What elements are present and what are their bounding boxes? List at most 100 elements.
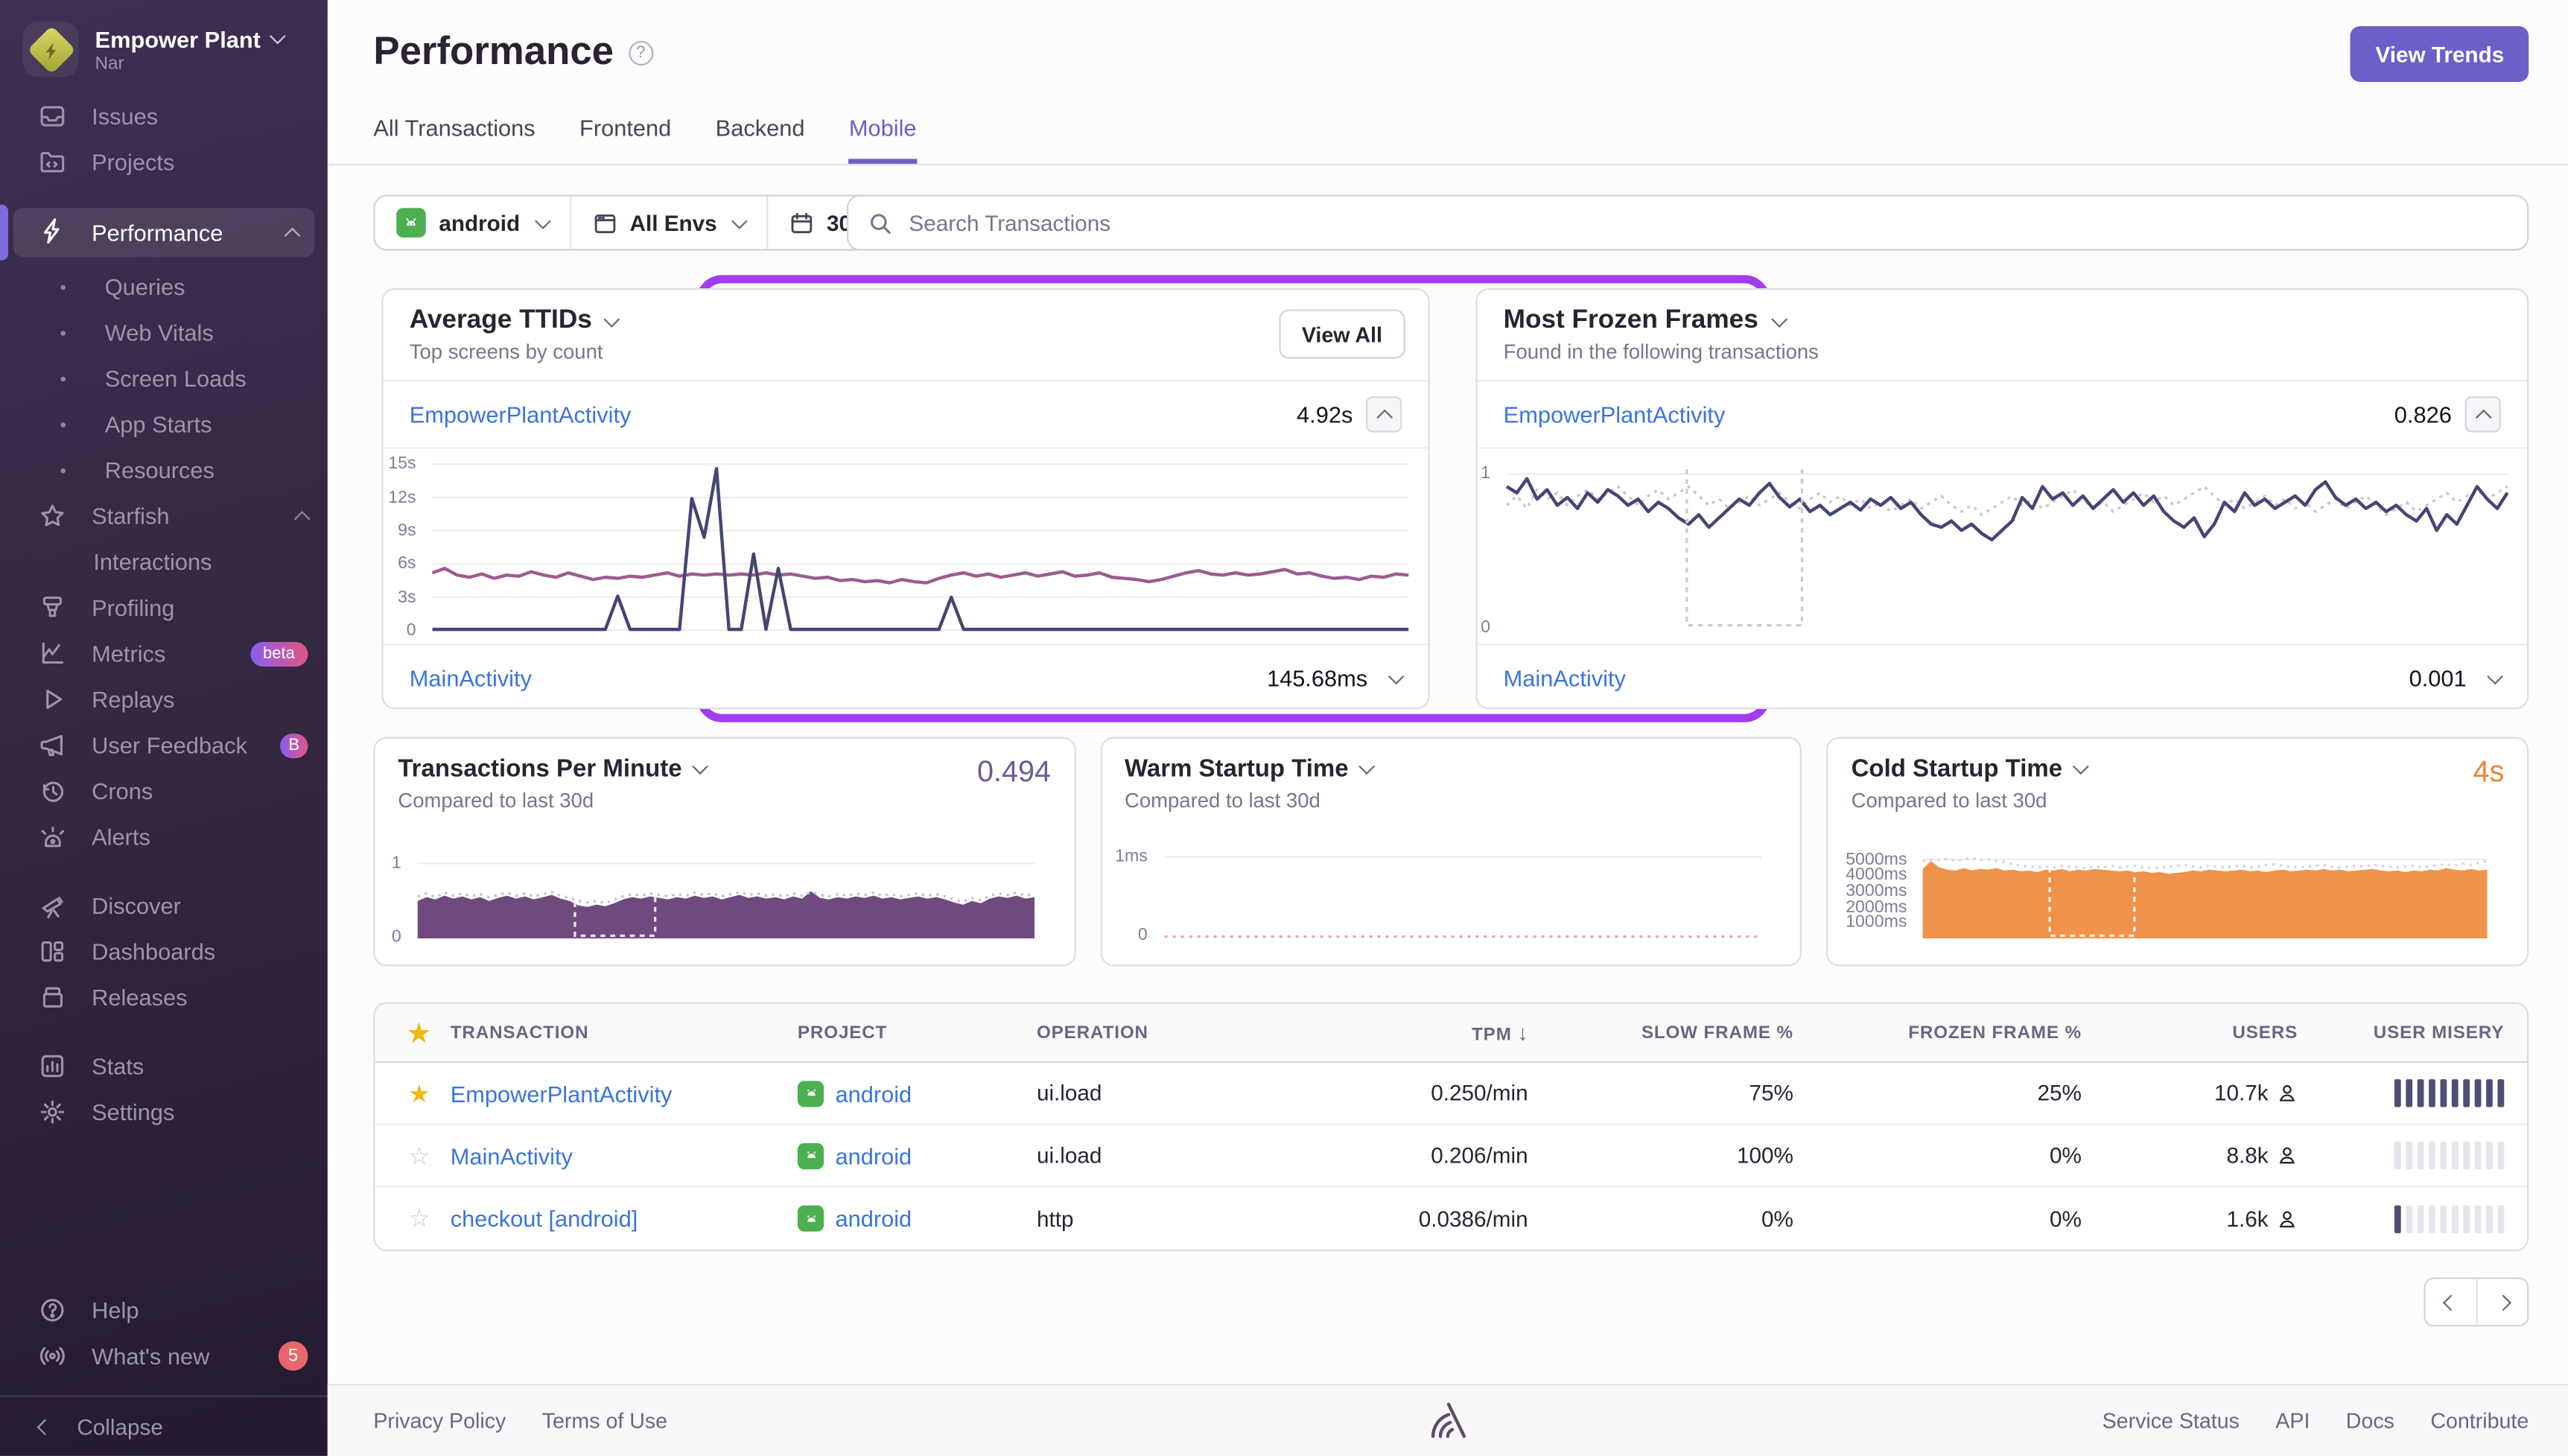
transaction-link[interactable]: MainActivity <box>410 665 532 691</box>
collapse-toggle-button[interactable] <box>2464 396 2501 433</box>
sidebar-item-resources[interactable]: Resources <box>0 447 328 493</box>
sidebar-item-app-starts[interactable]: App Starts <box>0 401 328 448</box>
sidebar-item-replays[interactable]: Replays <box>0 676 328 722</box>
help-tooltip-icon[interactable]: ? <box>628 39 653 65</box>
org-name: Empower Plant <box>95 25 261 52</box>
transaction-link[interactable]: MainActivity <box>1504 665 1626 691</box>
sidebar-item-settings[interactable]: Settings <box>0 1089 328 1135</box>
cold-startup-title[interactable]: Cold Startup Time <box>1852 755 2505 783</box>
view-trends-button[interactable]: View Trends <box>2351 26 2529 82</box>
sidebar-collapse-button[interactable]: Collapse <box>0 1397 328 1456</box>
star-toggle[interactable]: ☆ <box>388 1204 451 1233</box>
window-icon <box>594 213 615 233</box>
view-all-button[interactable]: View All <box>1279 309 1405 359</box>
tab-all-transactions[interactable]: All Transactions <box>373 115 535 164</box>
col-frozen-frame[interactable]: FROZEN FRAME % <box>1793 1023 2082 1042</box>
folder-code-icon <box>39 149 66 175</box>
project-link[interactable]: android <box>835 1205 912 1231</box>
terms-of-use-link[interactable]: Terms of Use <box>542 1408 667 1433</box>
sidebar-item-interactions[interactable]: Interactions <box>0 538 328 585</box>
next-page-button[interactable] <box>2476 1279 2528 1325</box>
transaction-link[interactable]: EmpowerPlantActivity <box>410 401 632 427</box>
cold-startup-chart[interactable]: 5000ms 4000ms 3000ms 2000ms 1000ms <box>1841 843 2507 951</box>
project-selector[interactable]: android <box>375 197 570 249</box>
frozen-frames-title[interactable]: Most Frozen Frames <box>1504 306 2501 336</box>
chevron-up-icon <box>293 509 311 527</box>
sidebar-item-performance[interactable]: Performance <box>0 204 315 261</box>
megaphone-icon <box>39 732 66 758</box>
docs-link[interactable]: Docs <box>2346 1408 2394 1433</box>
chevron-down-icon <box>1358 758 1376 775</box>
environment-selector[interactable]: All Envs <box>569 196 766 249</box>
frozen-frames-chart[interactable]: 10 <box>1477 449 2527 644</box>
warm-startup-chart[interactable]: 1ms 0 <box>1115 843 1781 951</box>
operation-cell: ui.load <box>1036 1081 1102 1106</box>
user-icon <box>2279 1210 2295 1227</box>
search-input[interactable] <box>906 209 2508 237</box>
expand-toggle-button[interactable] <box>2487 664 2504 693</box>
sidebar-item-queries[interactable]: Queries <box>0 264 328 310</box>
col-tpm[interactable]: TPM ↓ <box>1312 1020 1528 1045</box>
beta-badge: beta <box>250 640 308 666</box>
prev-page-button[interactable] <box>2425 1279 2476 1325</box>
sidebar-item-issues[interactable]: Issues <box>0 93 328 139</box>
api-link[interactable]: API <box>2275 1408 2310 1433</box>
tab-mobile[interactable]: Mobile <box>848 115 917 164</box>
contribute-link[interactable]: Contribute <box>2430 1408 2529 1433</box>
sidebar-item-projects[interactable]: Projects <box>0 139 328 185</box>
col-slow-frame[interactable]: SLOW FRAME % <box>1528 1023 1793 1042</box>
sidebar-item-metrics[interactable]: Metrics beta <box>0 631 328 677</box>
col-project[interactable]: PROJECT <box>798 1023 1037 1042</box>
sidebar-item-help[interactable]: Help <box>0 1287 328 1333</box>
collapse-toggle-button[interactable] <box>1365 396 1402 433</box>
sidebar-item-user-feedback[interactable]: User Feedback B <box>0 722 328 769</box>
telescope-icon <box>39 892 66 918</box>
org-switcher[interactable]: Empower Plant Nar <box>0 0 328 93</box>
sidebar-item-screen-loads[interactable]: Screen Loads <box>0 355 328 401</box>
android-icon <box>797 1080 824 1107</box>
operation-cell: ui.load <box>1036 1142 1102 1168</box>
star-toggle[interactable]: ★ <box>388 1078 451 1107</box>
col-user-misery[interactable]: USER MISERY <box>2298 1023 2504 1042</box>
b-badge: B <box>280 733 308 758</box>
expand-toggle-button[interactable] <box>1388 664 1405 693</box>
project-link[interactable]: android <box>835 1142 912 1169</box>
tab-backend[interactable]: Backend <box>716 115 805 164</box>
project-link[interactable]: android <box>835 1080 912 1106</box>
table-header-row: ★ TRANSACTION PROJECT OPERATION TPM ↓ SL… <box>375 1003 2528 1064</box>
avg-ttids-chart[interactable]: 15s 12s 9s 6s 3s 0 <box>384 449 1428 644</box>
privacy-policy-link[interactable]: Privacy Policy <box>373 1408 506 1433</box>
avg-ttids-title[interactable]: Average TTIDs <box>410 306 1402 336</box>
sidebar-item-whats-new[interactable]: What's new 5 <box>0 1333 328 1379</box>
transaction-link[interactable]: EmpowerPlantActivity <box>1504 401 1726 427</box>
sidebar-item-dashboards[interactable]: Dashboards <box>0 929 328 975</box>
col-transaction[interactable]: TRANSACTION <box>451 1023 798 1042</box>
sidebar-item-starfish[interactable]: Starfish <box>0 493 328 539</box>
sidebar-item-profiling[interactable]: Profiling <box>0 585 328 631</box>
sidebar-item-crons[interactable]: Crons <box>0 768 328 814</box>
tpm-title[interactable]: Transactions Per Minute <box>398 755 1051 783</box>
sidebar-item-discover[interactable]: Discover <box>0 883 328 929</box>
col-users[interactable]: USERS <box>2082 1023 2298 1042</box>
sidebar-item-stats[interactable]: Stats <box>0 1043 328 1090</box>
sidebar-item-web-vitals[interactable]: Web Vitals <box>0 310 328 356</box>
transaction-link[interactable]: MainActivity <box>451 1142 798 1169</box>
star-outline-icon <box>39 503 66 529</box>
col-operation[interactable]: OPERATION <box>1037 1023 1312 1042</box>
pagination <box>2424 1277 2529 1327</box>
warm-startup-title[interactable]: Warm Startup Time <box>1125 755 1778 783</box>
frozen-frame-cell: 25% <box>2037 1081 2082 1106</box>
graph-icon <box>39 640 66 667</box>
tpm-chart[interactable]: 10 <box>388 843 1054 951</box>
archive-box-icon <box>39 985 66 1011</box>
sidebar-item-alerts[interactable]: Alerts <box>0 814 328 860</box>
transaction-link[interactable]: checkout [android] <box>451 1205 798 1231</box>
flashlight-icon <box>39 594 66 620</box>
sidebar-item-releases[interactable]: Releases <box>0 974 328 1020</box>
transaction-link[interactable]: EmpowerPlantActivity <box>451 1080 798 1106</box>
lightning-icon <box>39 217 66 248</box>
star-toggle[interactable]: ☆ <box>388 1141 451 1170</box>
bullet-icon <box>60 422 66 427</box>
service-status-link[interactable]: Service Status <box>2103 1408 2240 1433</box>
tab-frontend[interactable]: Frontend <box>579 115 671 164</box>
